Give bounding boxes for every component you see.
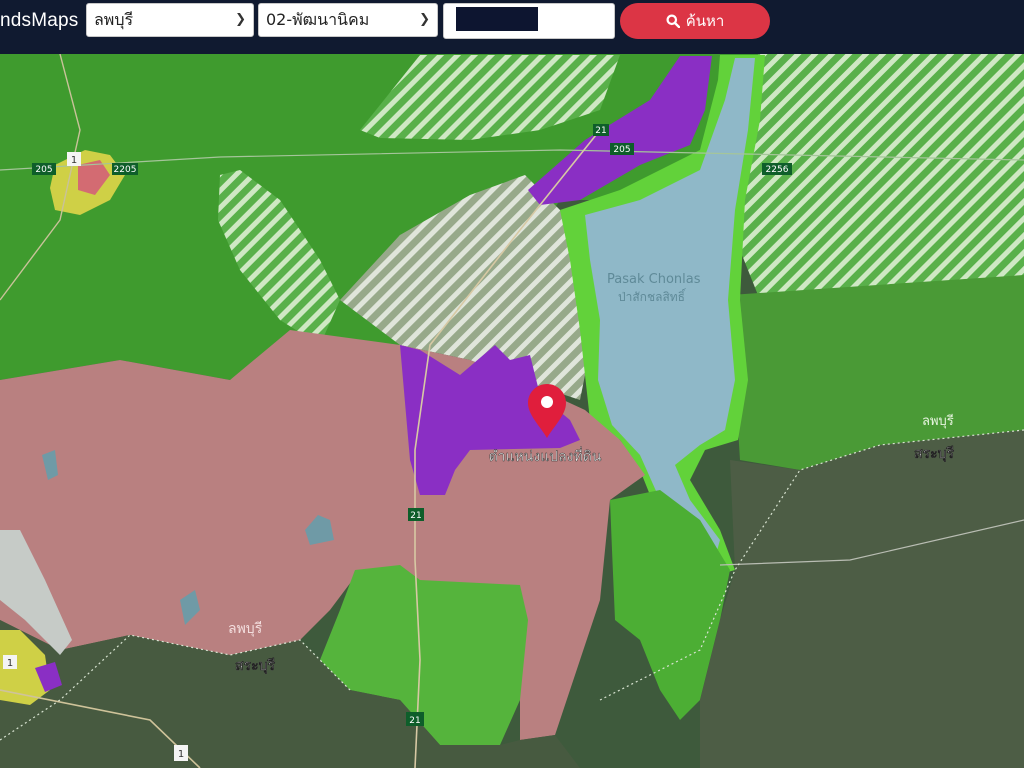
satellite-southeast <box>700 430 1024 768</box>
road-shield: 21 <box>406 712 424 726</box>
district-select[interactable]: 02-พัฒนานิคม ❯ <box>258 3 438 37</box>
road-shield: 1 <box>3 655 17 669</box>
svg-text:21: 21 <box>409 716 420 726</box>
svg-text:1: 1 <box>71 155 77 166</box>
province-label-saraburi-east: สระบุรี <box>914 446 954 462</box>
road-shield: 2205 <box>112 163 138 175</box>
province-label-saraburi-west: สระบุรี <box>235 658 275 674</box>
svg-text:2205: 2205 <box>114 165 137 175</box>
road-shield: 1 <box>67 152 81 166</box>
road-shield: 21 <box>593 124 609 136</box>
svg-text:205: 205 <box>613 145 630 155</box>
district-select-value: 02-พัฒนานิคม <box>266 10 370 29</box>
road-shield: 205 <box>32 163 56 175</box>
province-label-lopburi-east: ลพบุรี <box>922 413 954 429</box>
road-shield: 205 <box>610 143 634 155</box>
map-view[interactable]: 21 205 2256 205 2205 21 21 1 1 1 Pasak C… <box>0 54 1024 768</box>
reservoir-label-th: ป่าสักชลสิทธิ์ <box>618 288 687 304</box>
province-select[interactable]: ลพบุรี ❯ <box>86 3 254 37</box>
province-select-value: ลพบุรี <box>94 10 134 29</box>
app-brand: ndsMaps <box>0 10 79 31</box>
svg-text:1: 1 <box>7 658 13 669</box>
search-icon <box>666 12 686 30</box>
road-shield: 2256 <box>762 163 792 175</box>
svg-text:1: 1 <box>178 749 184 760</box>
reservoir-label-en: Pasak Chonlas <box>607 272 701 287</box>
chevron-down-icon: ❯ <box>235 12 246 27</box>
road-shield: 21 <box>408 508 424 521</box>
redacted-value <box>456 7 538 31</box>
svg-text:21: 21 <box>595 126 606 136</box>
chevron-down-icon: ❯ <box>419 12 430 27</box>
top-toolbar: ndsMaps ลพบุรี ❯ 02-พัฒนานิคม ❯ ค้นหา <box>0 0 1024 54</box>
marker-label: ตำแหน่งแปลงที่ดิน <box>489 447 602 465</box>
svg-text:21: 21 <box>410 511 421 521</box>
parcel-number-input[interactable] <box>443 3 615 39</box>
search-button[interactable]: ค้นหา <box>620 3 770 39</box>
search-button-label: ค้นหา <box>685 12 725 30</box>
province-label-lopburi-west: ลพบุรี <box>228 621 263 637</box>
svg-text:2256: 2256 <box>766 165 789 175</box>
svg-text:205: 205 <box>35 165 52 175</box>
road-shield: 1 <box>174 745 188 761</box>
